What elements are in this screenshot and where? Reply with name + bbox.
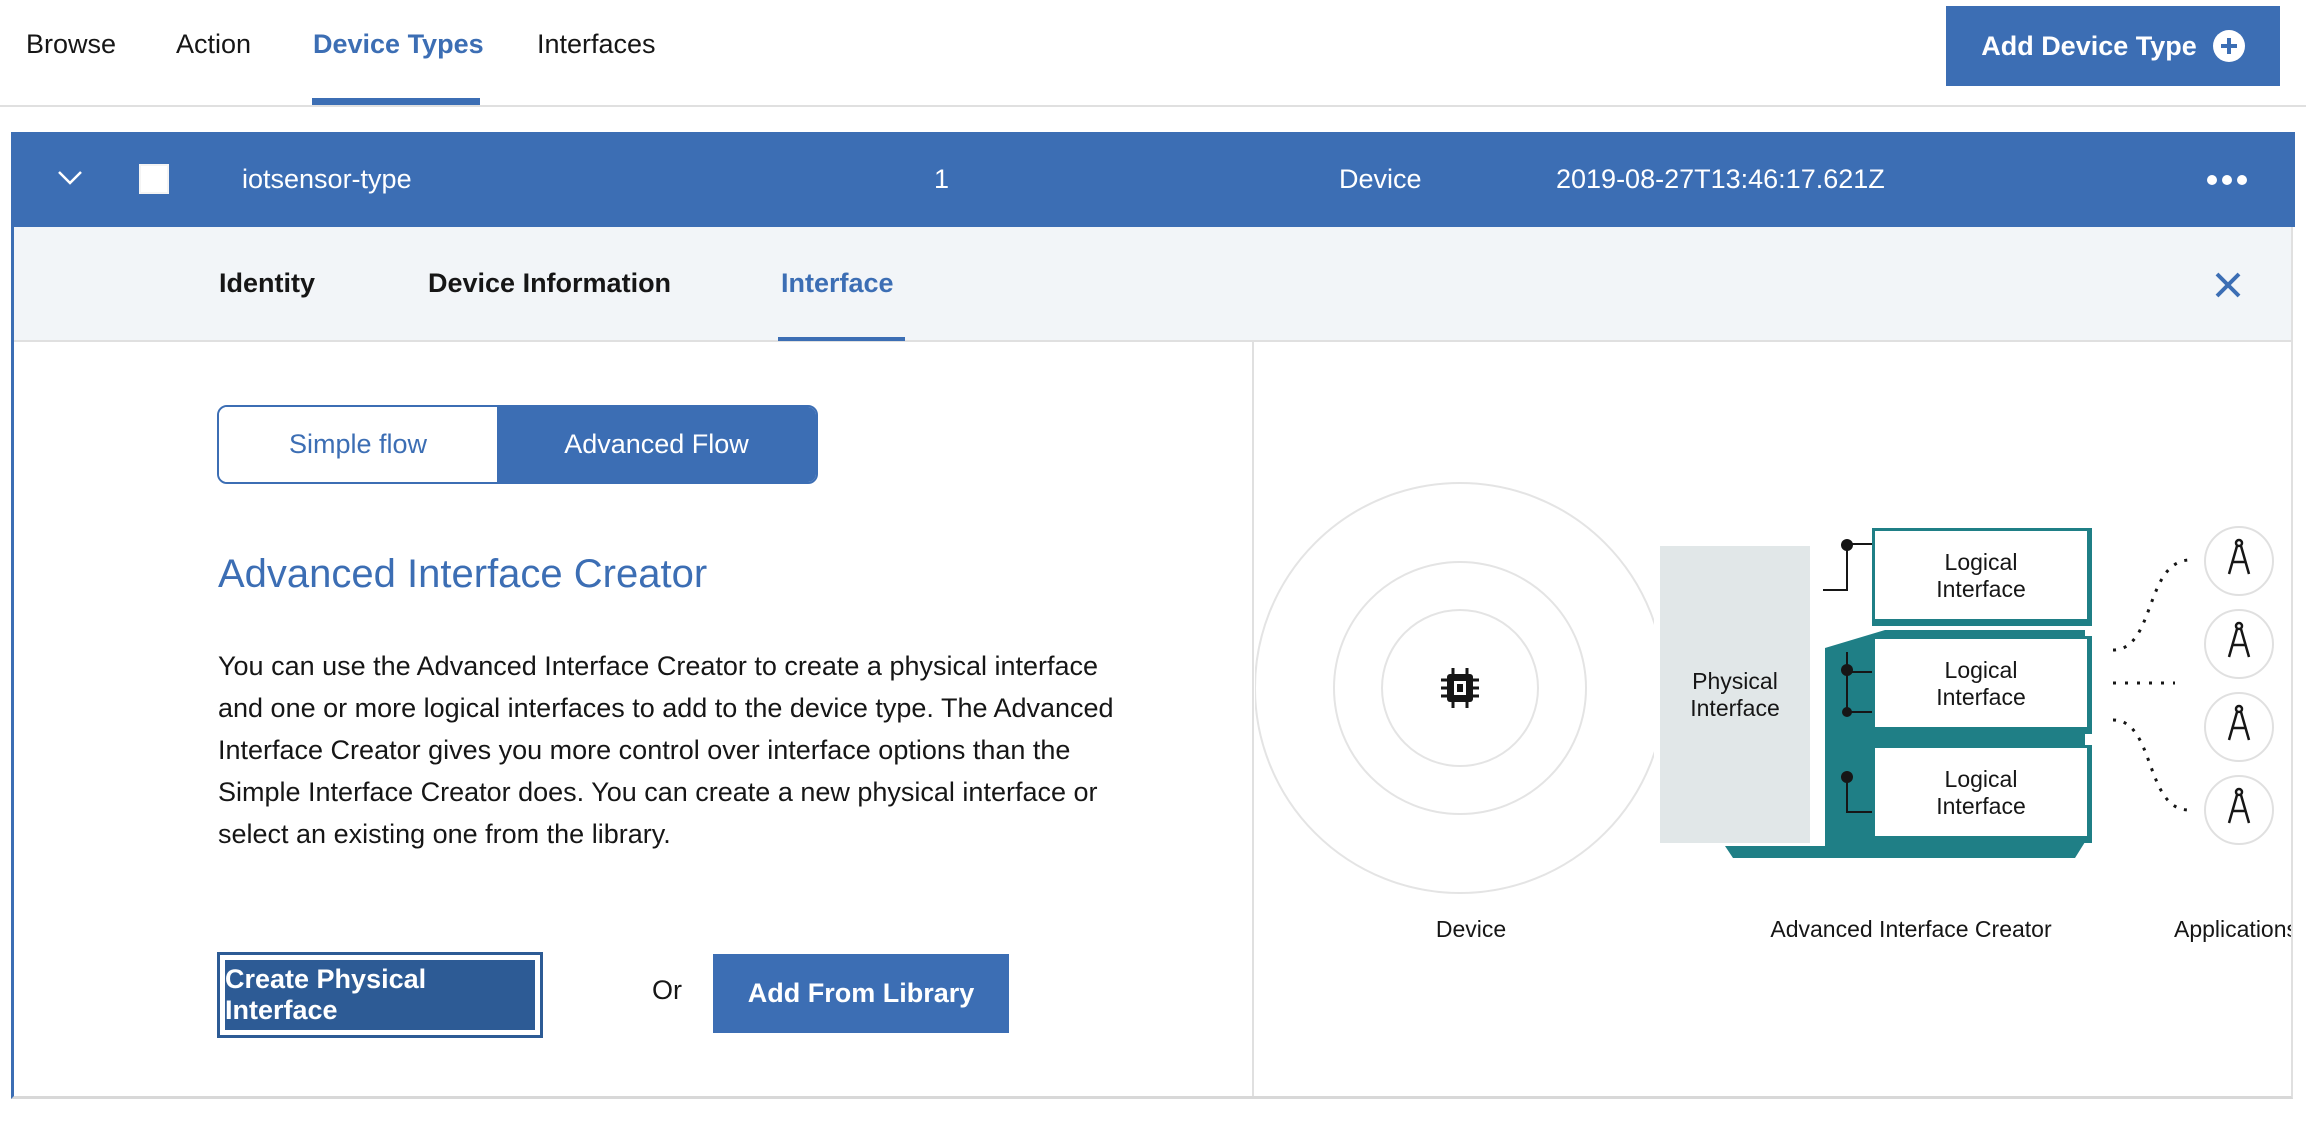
or-separator: Or <box>652 975 682 1005</box>
tab-action[interactable]: Action <box>176 0 251 105</box>
application-3 <box>2204 692 2274 762</box>
application-1 <box>2204 526 2274 596</box>
tab-interface[interactable]: Interface <box>781 227 894 339</box>
row-checkbox[interactable] <box>139 164 169 194</box>
svg-text:Interface: Interface <box>1936 684 2026 710</box>
device-type-count: 1 <box>934 164 950 194</box>
label-applications: Applications <box>2174 916 2291 942</box>
label-advanced-interface-creator: Advanced Interface Creator <box>1770 916 2052 942</box>
chevron-down-icon[interactable] <box>55 162 85 192</box>
add-from-library-button[interactable]: Add From Library <box>713 954 1009 1033</box>
create-physical-interface-label: Create Physical Interface <box>223 958 537 1032</box>
tab-interfaces[interactable]: Interfaces <box>537 0 656 105</box>
detail-tabs: Identity Device Information Interface <box>14 227 2291 342</box>
application-4 <box>2204 775 2274 845</box>
tab-device-information[interactable]: Device Information <box>428 227 671 339</box>
tab-identity[interactable]: Identity <box>219 227 315 339</box>
device-type-class: Device <box>1339 164 1422 194</box>
svg-text:Interface: Interface <box>1936 576 2026 602</box>
logical-interface-box-3: Logical Interface <box>1872 745 2092 843</box>
section-heading: Advanced Interface Creator <box>218 552 708 596</box>
logical-interface-box-2: Logical Interface <box>1872 636 2092 734</box>
device-type-detail-panel: Identity Device Information Interface Si… <box>11 227 2293 1099</box>
tab-browse[interactable]: Browse <box>26 0 116 105</box>
add-device-type-button[interactable]: Add Device Type <box>1946 6 2280 86</box>
application-2 <box>2204 609 2274 679</box>
chip-icon <box>1441 668 1479 708</box>
diagram-illustration: Physical Interface Logical Interface Log… <box>1255 482 2291 942</box>
svg-text:Logical: Logical <box>1945 766 2018 792</box>
interface-diagram: Physical Interface Logical Interface Log… <box>1255 340 2291 1096</box>
overflow-menu-icon[interactable] <box>2203 160 2251 200</box>
flow-toggle: Simple flow Advanced Flow <box>217 405 818 484</box>
advanced-flow-option[interactable]: Advanced Flow <box>497 407 816 482</box>
device-type-name: iotsensor-type <box>242 164 412 194</box>
device-type-timestamp: 2019-08-27T13:46:17.621Z <box>1556 164 1885 194</box>
create-physical-interface-button[interactable]: Create Physical Interface <box>217 952 543 1038</box>
physical-interface-line1: Physical <box>1692 668 1778 694</box>
tab-device-types[interactable]: Device Types <box>313 0 484 105</box>
active-tab-indicator <box>312 98 480 105</box>
device-type-row[interactable]: iotsensor-type 1 Device 2019-08-27T13:46… <box>11 132 2295 227</box>
logical-interface-box-1: Logical Interface <box>1872 528 2092 626</box>
label-device: Device <box>1436 916 1506 942</box>
top-navigation: Browse Action Device Types Interfaces Ad… <box>0 0 2306 107</box>
active-detail-tab-indicator <box>778 337 905 341</box>
section-description: You can use the Advanced Interface Creat… <box>218 651 1114 849</box>
close-icon[interactable] <box>2212 269 2244 301</box>
add-circle-icon <box>2212 30 2245 62</box>
svg-text:Logical: Logical <box>1945 549 2018 575</box>
svg-text:Logical: Logical <box>1945 657 2018 683</box>
simple-flow-option[interactable]: Simple flow <box>219 407 497 482</box>
vertical-divider <box>1252 340 1254 1096</box>
svg-text:Interface: Interface <box>1936 793 2026 819</box>
physical-interface-line2: Interface <box>1690 695 1780 721</box>
add-device-type-label: Add Device Type <box>1981 30 2197 61</box>
